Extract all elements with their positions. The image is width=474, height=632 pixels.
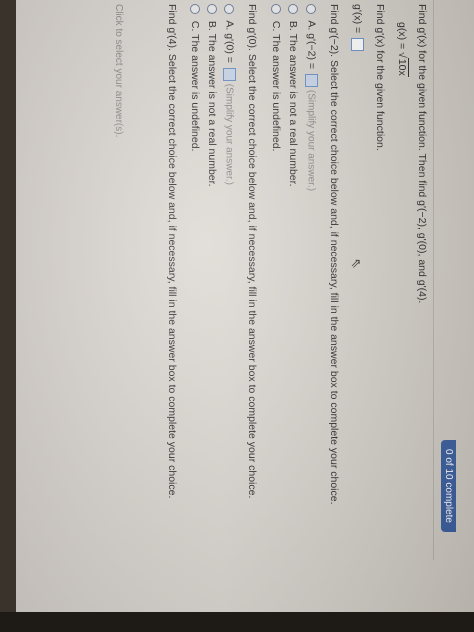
progress-status-tab[interactable]: 0 of 10 complete xyxy=(441,440,456,532)
option-a-text: g'(0) = xyxy=(223,33,236,63)
function-definition: g(x) = √10x xyxy=(396,22,409,77)
mouse-cursor-icon: ⇖ xyxy=(349,258,364,269)
question-prompt: Find g'(x) for the given function. Then … xyxy=(416,4,428,304)
radio-icon[interactable] xyxy=(270,4,281,14)
radio-icon[interactable] xyxy=(224,4,235,14)
option-a-hint: (Simplify your answer.) xyxy=(305,89,317,192)
option-a-text: g'(−2) = xyxy=(305,33,318,70)
part-neg2-answer-box[interactable] xyxy=(305,73,318,87)
part-neg2-option-b[interactable]: B. The answer is not a real number. xyxy=(287,4,299,186)
radio-icon[interactable] xyxy=(206,4,217,14)
question-content: 0 of 10 complete Find g'(x) for the give… xyxy=(16,0,456,560)
option-a-prefix: A. xyxy=(223,20,236,31)
function-lhs: g(x) = xyxy=(396,22,408,50)
option-a-prefix: A. xyxy=(305,20,318,31)
photo-background-left xyxy=(0,0,16,632)
option-b-text: B. The answer is not a real number. xyxy=(206,20,218,187)
part-0-option-b[interactable]: B. The answer is not a real number. xyxy=(206,4,218,186)
screen-panel: 0 of 10 complete Find g'(x) for the give… xyxy=(16,0,474,612)
option-b-text: B. The answer is not a real number. xyxy=(287,20,299,187)
footer-hint: Click to select your answer(s). xyxy=(113,4,124,138)
radio-icon[interactable] xyxy=(189,4,200,14)
part-neg2-instruction: Find g'(−2). Select the correct choice b… xyxy=(328,4,340,505)
option-c-text: C. The answer is undefined. xyxy=(189,20,201,152)
derivative-answer-box[interactable] xyxy=(351,38,364,52)
part-0-instruction: Find g'(0). Select the correct choice be… xyxy=(246,4,258,499)
derivative-answer-row: g'(x) = xyxy=(351,4,364,52)
part-0-answer-box[interactable] xyxy=(223,67,236,81)
header-divider xyxy=(433,0,434,560)
part-4-instruction: Find g'(4). Select the correct choice be… xyxy=(166,4,178,499)
find-derivative-label: Find g'(x) for the given function. xyxy=(374,4,386,151)
option-c-text: C. The answer is undefined. xyxy=(270,20,282,152)
derivative-lhs: g'(x) = xyxy=(351,4,364,34)
radio-icon[interactable] xyxy=(287,4,298,14)
radio-icon[interactable] xyxy=(306,4,317,14)
part-neg2-option-c[interactable]: C. The answer is undefined. xyxy=(270,4,282,151)
part-neg2-option-a[interactable]: A. g'(−2) = (Simplify your answer.) xyxy=(305,4,318,191)
part-0-option-a[interactable]: A. g'(0) = (Simplify your answer.) xyxy=(223,4,236,185)
sqrt-icon: √ xyxy=(396,52,408,58)
option-a-hint: (Simplify your answer.) xyxy=(223,83,235,185)
photo-background-bottom xyxy=(0,612,474,632)
function-radicand: 10x xyxy=(396,57,409,77)
part-0-option-c[interactable]: C. The answer is undefined. xyxy=(189,4,201,151)
